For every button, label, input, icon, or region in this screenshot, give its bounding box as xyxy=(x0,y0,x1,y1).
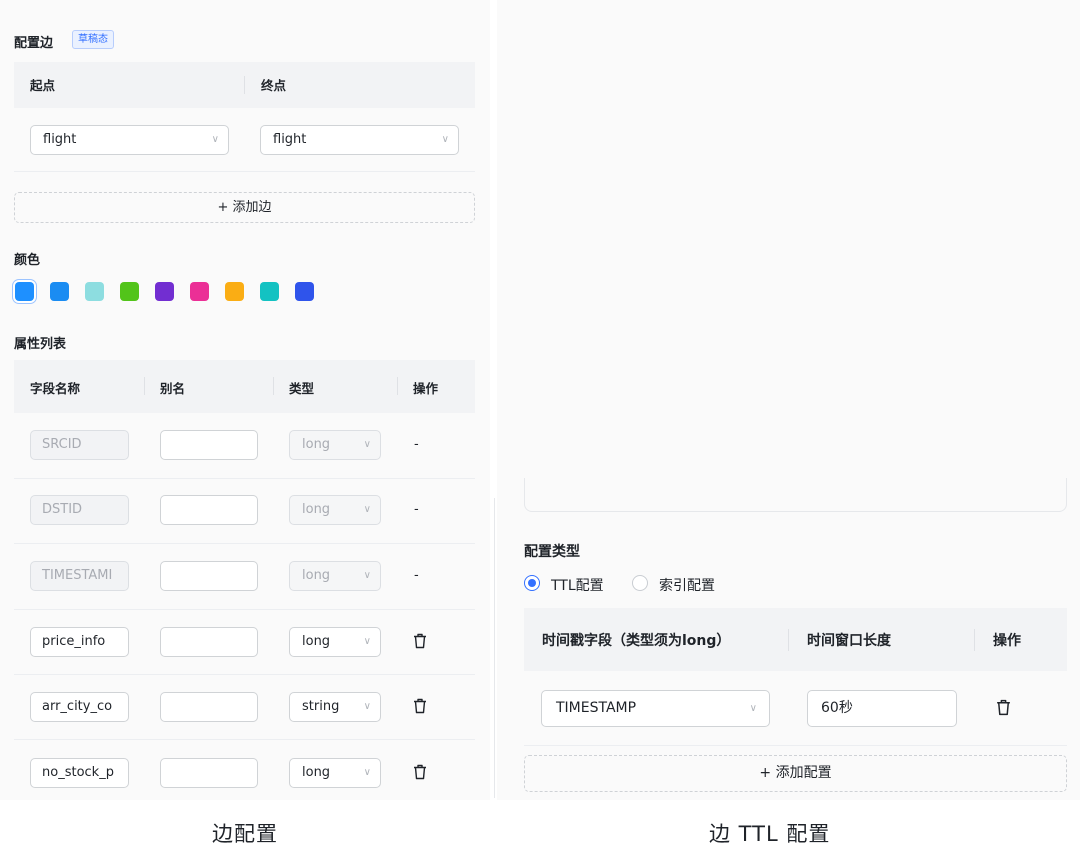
header-alias: 别名 xyxy=(160,381,186,396)
from-select[interactable]: flight ∨ xyxy=(30,125,229,155)
action-placeholder: - xyxy=(414,502,419,517)
delete-icon[interactable] xyxy=(996,699,1011,716)
status-badge: 草稿态 xyxy=(72,30,114,49)
alias-input[interactable] xyxy=(160,627,258,657)
color-swatch[interactable] xyxy=(190,282,209,301)
chevron-down-icon: ∨ xyxy=(363,570,371,581)
card-edge xyxy=(524,478,1067,512)
color-swatch[interactable] xyxy=(85,282,104,301)
field-name-input: DSTID xyxy=(30,495,129,525)
field-name-input: TIMESTAMI xyxy=(30,561,129,591)
header-timestamp: 时间戳字段（类型须为long） xyxy=(542,633,731,649)
type-select[interactable]: long ∨ xyxy=(289,627,381,657)
timestamp-select-value: TIMESTAMP xyxy=(556,700,637,716)
chevron-down-icon: ∨ xyxy=(211,134,219,145)
ttl-config-panel xyxy=(497,0,1080,800)
panel-divider xyxy=(494,498,495,798)
header-to: 终点 xyxy=(261,78,287,93)
timestamp-select[interactable]: TIMESTAMP ∨ xyxy=(541,690,770,727)
header-separator xyxy=(788,629,789,651)
type-select: long ∨ xyxy=(289,495,381,525)
radio-ttl-label[interactable]: TTL配置 xyxy=(551,575,604,595)
alias-input[interactable] xyxy=(160,495,258,525)
color-swatch[interactable] xyxy=(295,282,314,301)
color-swatch[interactable] xyxy=(120,282,139,301)
alias-input[interactable] xyxy=(160,692,258,722)
delete-icon[interactable] xyxy=(413,698,427,714)
type-select-value: long xyxy=(302,765,331,780)
property-list-title: 属性列表 xyxy=(14,337,67,352)
to-select-value: flight xyxy=(273,132,307,147)
type-select-value: long xyxy=(302,437,331,452)
header-from: 起点 xyxy=(30,78,56,93)
delete-icon[interactable] xyxy=(413,764,427,780)
from-select-value: flight xyxy=(43,132,77,147)
window-length-input[interactable]: 60秒 xyxy=(807,690,957,727)
divider xyxy=(14,478,475,479)
header-separator xyxy=(974,629,975,651)
header-separator xyxy=(144,377,145,395)
type-select: long ∨ xyxy=(289,561,381,591)
color-swatch[interactable] xyxy=(260,282,279,301)
divider xyxy=(524,745,1067,746)
chevron-down-icon: ∨ xyxy=(363,504,371,515)
field-name-input: SRCID xyxy=(30,430,129,460)
header-type: 类型 xyxy=(289,381,315,396)
divider xyxy=(14,674,475,675)
color-swatch[interactable] xyxy=(155,282,174,301)
type-select-value: long xyxy=(302,568,331,583)
type-select-value: long xyxy=(302,634,331,649)
divider xyxy=(14,543,475,544)
type-select[interactable]: string ∨ xyxy=(289,692,381,722)
right-caption: 边 TTL 配置 xyxy=(709,822,831,846)
property-table-header xyxy=(14,360,475,413)
config-type-title: 配置类型 xyxy=(524,544,580,560)
radio-index-label[interactable]: 索引配置 xyxy=(659,575,715,595)
to-select[interactable]: flight ∨ xyxy=(260,125,459,155)
divider xyxy=(14,171,475,172)
alias-input[interactable] xyxy=(160,561,258,591)
header-separator xyxy=(244,76,245,94)
header-window: 时间窗口长度 xyxy=(807,633,891,649)
divider xyxy=(14,739,475,740)
header-field-name: 字段名称 xyxy=(30,381,81,396)
add-edge-button[interactable]: + 添加边 xyxy=(14,192,475,223)
add-config-button[interactable]: + 添加配置 xyxy=(524,755,1067,792)
edge-config-panel: 配置边 草稿态 起点 终点 flight ∨ flight ∨ + 添加边 颜色… xyxy=(0,0,490,800)
alias-input[interactable] xyxy=(160,758,258,788)
chevron-down-icon: ∨ xyxy=(363,767,371,778)
header-action: 操作 xyxy=(993,633,1021,649)
chevron-down-icon: ∨ xyxy=(363,636,371,647)
edge-config-title: 配置边 xyxy=(14,36,54,51)
chevron-down-icon: ∨ xyxy=(441,134,449,145)
field-name-input[interactable]: no_stock_p xyxy=(30,758,129,788)
chevron-down-icon: ∨ xyxy=(749,703,757,714)
color-title: 颜色 xyxy=(14,253,41,268)
left-caption: 边配置 xyxy=(212,822,278,846)
color-swatch[interactable] xyxy=(225,282,244,301)
action-placeholder: - xyxy=(414,568,419,583)
field-name-input[interactable]: arr_city_co xyxy=(30,692,129,722)
delete-icon[interactable] xyxy=(413,633,427,649)
type-select: long ∨ xyxy=(289,430,381,460)
type-select-value: string xyxy=(302,699,340,714)
type-select-value: long xyxy=(302,502,331,517)
type-select[interactable]: long ∨ xyxy=(289,758,381,788)
chevron-down-icon: ∨ xyxy=(363,439,371,450)
divider xyxy=(14,609,475,610)
alias-input[interactable] xyxy=(160,430,258,460)
chevron-down-icon: ∨ xyxy=(363,701,371,712)
radio-ttl[interactable] xyxy=(524,575,540,591)
field-name-input[interactable]: price_info xyxy=(30,627,129,657)
header-action: 操作 xyxy=(413,381,439,396)
header-separator xyxy=(273,377,274,395)
color-swatch[interactable] xyxy=(50,282,69,301)
header-separator xyxy=(397,377,398,395)
radio-index[interactable] xyxy=(632,575,648,591)
action-placeholder: - xyxy=(414,437,419,452)
color-swatch[interactable] xyxy=(15,282,34,301)
